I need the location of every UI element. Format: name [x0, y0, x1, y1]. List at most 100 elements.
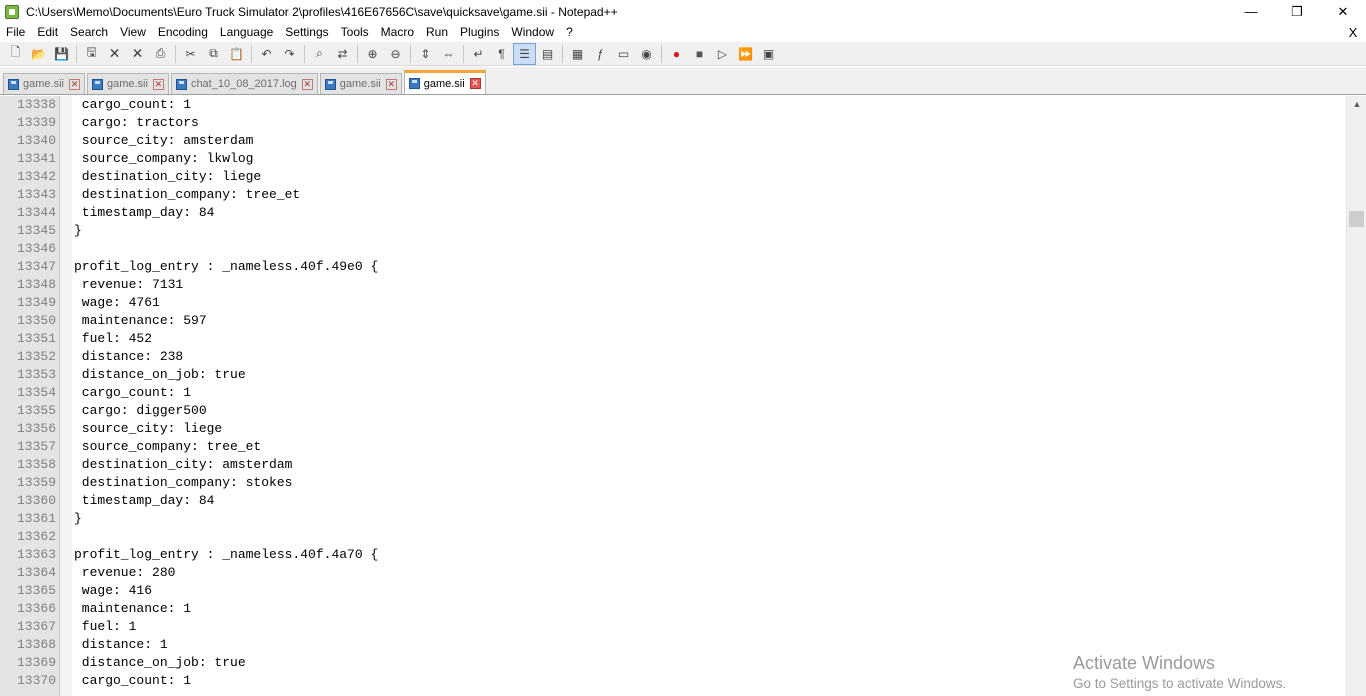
menu-encoding[interactable]: Encoding: [152, 23, 214, 42]
code-line[interactable]: 13346: [0, 240, 1346, 258]
tab-1[interactable]: game.sii ✕: [3, 73, 85, 94]
new-file-icon[interactable]: 🗋: [4, 43, 27, 65]
code-line[interactable]: 13365 wage: 416: [0, 582, 1346, 600]
code-line[interactable]: 13354 cargo_count: 1: [0, 384, 1346, 402]
tab-close-icon[interactable]: ✕: [301, 78, 313, 90]
line-number: 13345: [16, 223, 56, 238]
code-line[interactable]: 13362: [0, 528, 1346, 546]
tab-close-icon[interactable]: ✕: [385, 78, 397, 90]
sync-vertical-icon[interactable]: ⇕: [414, 43, 437, 65]
menu-edit[interactable]: Edit: [31, 23, 64, 42]
menu-macro[interactable]: Macro: [375, 23, 420, 42]
code-line[interactable]: 13360 timestamp_day: 84: [0, 492, 1346, 510]
code-line[interactable]: 13350 maintenance: 597: [0, 312, 1346, 330]
menu-file[interactable]: File: [0, 23, 31, 42]
code-line[interactable]: 13338 cargo_count: 1: [0, 96, 1346, 114]
code-line[interactable]: 13370 cargo_count: 1: [0, 672, 1346, 690]
code-line[interactable]: 13343 destination_company: tree_et: [0, 186, 1346, 204]
code-line[interactable]: 13363 profit_log_entry : _nameless.40f.4a…: [0, 546, 1346, 564]
tab-3[interactable]: chat_10_08_2017.log ✕: [170, 73, 318, 94]
stop-record-icon[interactable]: ■: [688, 43, 711, 65]
close-icon[interactable]: 🗙: [103, 43, 126, 65]
copy-icon[interactable]: ⧉: [202, 43, 225, 65]
print-icon[interactable]: ⎙: [149, 43, 172, 65]
menu-tools[interactable]: Tools: [335, 23, 375, 42]
code-line[interactable]: 13367 fuel: 1: [0, 618, 1346, 636]
undo-icon[interactable]: ↶: [255, 43, 278, 65]
show-all-chars-icon[interactable]: ¶: [490, 43, 513, 65]
tab-bar: game.sii ✕ game.sii ✕ chat_10_08_2017.log ✕ ga…: [0, 67, 1366, 95]
line-number: 13351: [16, 331, 56, 346]
code-line[interactable]: 13359 destination_company: stokes: [0, 474, 1346, 492]
save-icon[interactable]: 💾: [50, 43, 73, 65]
menu-search[interactable]: Search: [64, 23, 114, 42]
run-macro-multiple-icon[interactable]: ⏩: [734, 43, 757, 65]
user-lang-icon[interactable]: ▤: [536, 43, 559, 65]
tab-close-icon[interactable]: ✕: [152, 78, 164, 90]
function-list-icon[interactable]: ƒ: [589, 43, 612, 65]
word-wrap-icon[interactable]: ↵: [467, 43, 490, 65]
code-line[interactable]: 13352 distance: 238: [0, 348, 1346, 366]
zoom-in-icon[interactable]: ⊕: [361, 43, 384, 65]
save-all-icon[interactable]: 🖫: [80, 43, 103, 65]
tab-2[interactable]: game.sii ✕: [86, 73, 169, 94]
close-window-button[interactable]: ✕: [1320, 0, 1366, 23]
menu-view[interactable]: View: [114, 23, 152, 42]
sync-horizontal-icon[interactable]: ⇔: [437, 43, 460, 65]
code-line[interactable]: 13349 wage: 4761: [0, 294, 1346, 312]
save-macro-icon[interactable]: ▣: [757, 43, 780, 65]
code-line[interactable]: 13356 source_city: liege: [0, 420, 1346, 438]
doc-map-icon[interactable]: ▦: [566, 43, 589, 65]
code-line[interactable]: 13347 profit_log_entry : _nameless.40f.49…: [0, 258, 1346, 276]
code-line[interactable]: 13366 maintenance: 1: [0, 600, 1346, 618]
code-line[interactable]: 13342 destination_city: liege: [0, 168, 1346, 186]
scroll-up-arrow-icon[interactable]: ▲: [1347, 96, 1366, 113]
code-line[interactable]: 13353 distance_on_job: true: [0, 366, 1346, 384]
code-line[interactable]: 13344 timestamp_day: 84: [0, 204, 1346, 222]
code-line[interactable]: 13357 source_company: tree_et: [0, 438, 1346, 456]
menu-window[interactable]: Window: [505, 23, 560, 42]
code-line[interactable]: 13351 fuel: 452: [0, 330, 1346, 348]
record-macro-icon[interactable]: ●: [665, 43, 688, 65]
monitoring-icon[interactable]: ◉: [635, 43, 658, 65]
tab-close-icon[interactable]: ✕: [68, 78, 80, 90]
code-line[interactable]: 13339 cargo: tractors: [0, 114, 1346, 132]
menu-settings[interactable]: Settings: [279, 23, 334, 42]
play-macro-icon[interactable]: ▷: [711, 43, 734, 65]
find-icon[interactable]: ⌕: [308, 43, 331, 65]
maximize-button[interactable]: ❐: [1274, 0, 1320, 23]
tab-5[interactable]: game.sii ✕: [403, 70, 486, 94]
code-line[interactable]: 13355 cargo: digger500: [0, 402, 1346, 420]
paste-icon[interactable]: 📋: [225, 43, 248, 65]
menu-run[interactable]: Run: [420, 23, 454, 42]
code-line[interactable]: 13368 distance: 1: [0, 636, 1346, 654]
open-file-icon[interactable]: 📂: [27, 43, 50, 65]
minimize-button[interactable]: —: [1228, 0, 1274, 23]
scrollbar-thumb[interactable]: [1349, 211, 1364, 227]
menu-language[interactable]: Language: [214, 23, 279, 42]
code-line[interactable]: 13341 source_company: lkwlog: [0, 150, 1346, 168]
close-document-button[interactable]: X: [1346, 23, 1360, 42]
cut-icon[interactable]: ✂: [179, 43, 202, 65]
tab-4[interactable]: game.sii ✕: [319, 73, 402, 94]
replace-icon[interactable]: ⇄: [331, 43, 354, 65]
folder-workspace-icon[interactable]: ▭: [612, 43, 635, 65]
redo-icon[interactable]: ↷: [278, 43, 301, 65]
menu-plugins[interactable]: Plugins: [454, 23, 505, 42]
code-line[interactable]: 13369 distance_on_job: true: [0, 654, 1346, 672]
code-line[interactable]: 13358 destination_city: amsterdam: [0, 456, 1346, 474]
line-text: source_city: liege: [74, 421, 223, 436]
editor[interactable]: 13338 cargo_count: 1 13339 cargo: tractor…: [0, 96, 1346, 696]
indent-guide-icon[interactable]: ☰: [513, 42, 536, 65]
vertical-scrollbar[interactable]: ▲: [1346, 96, 1366, 696]
code-line[interactable]: 13364 revenue: 280: [0, 564, 1346, 582]
zoom-out-icon[interactable]: ⊖: [384, 43, 407, 65]
code-line[interactable]: 13345}: [0, 222, 1346, 240]
line-number: 13340: [16, 133, 56, 148]
close-all-icon[interactable]: 🗙: [126, 43, 149, 65]
code-line[interactable]: 13361}: [0, 510, 1346, 528]
tab-close-icon[interactable]: ✕: [469, 78, 481, 89]
menu-help[interactable]: ?: [560, 23, 579, 42]
code-line[interactable]: 13340 source_city: amsterdam: [0, 132, 1346, 150]
code-line[interactable]: 13348 revenue: 7131: [0, 276, 1346, 294]
